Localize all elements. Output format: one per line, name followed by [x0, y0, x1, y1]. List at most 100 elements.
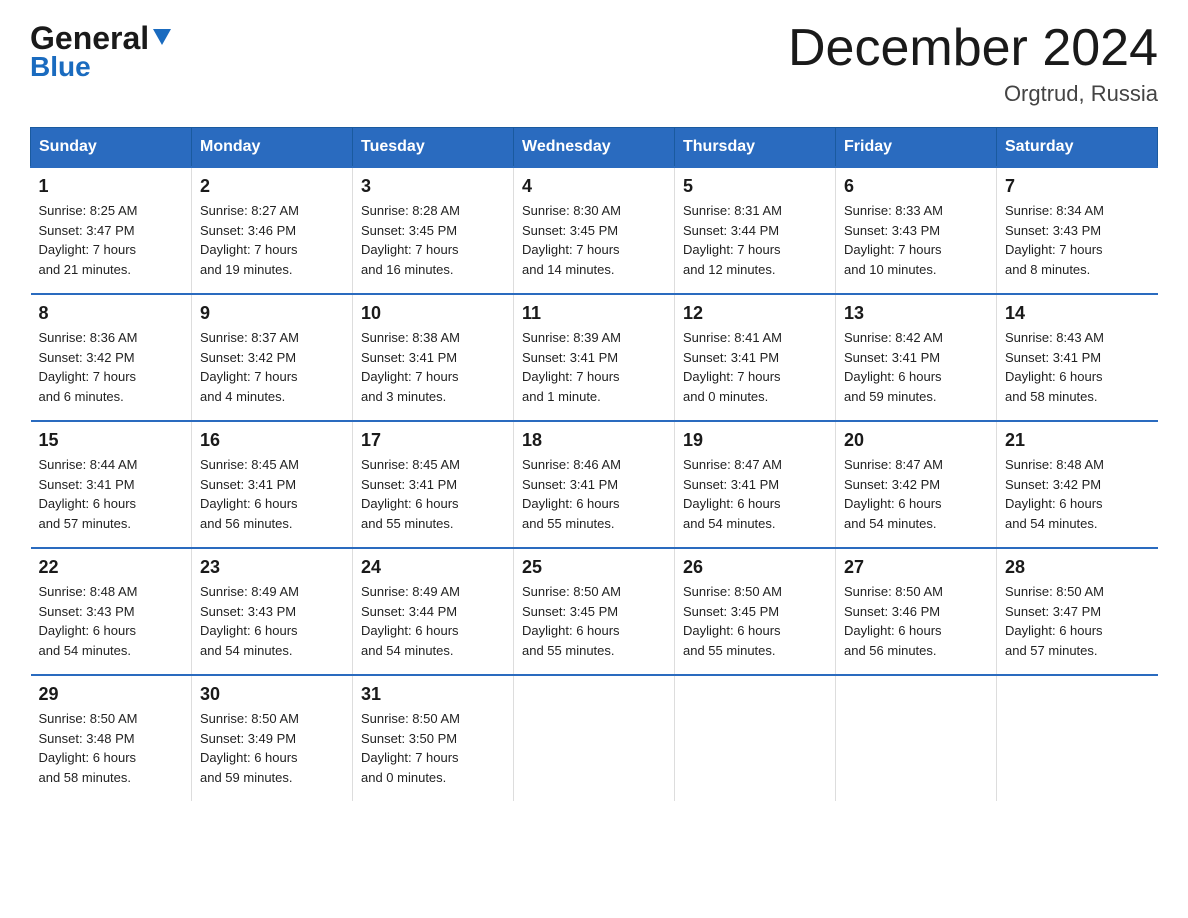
day-number: 19: [683, 430, 827, 451]
logo-blue: Blue: [30, 51, 91, 82]
calendar-cell: 7 Sunrise: 8:34 AMSunset: 3:43 PMDayligh…: [997, 167, 1158, 294]
day-info: Sunrise: 8:36 AMSunset: 3:42 PMDaylight:…: [39, 330, 138, 404]
day-number: 2: [200, 176, 344, 197]
header-thursday: Thursday: [675, 128, 836, 168]
day-info: Sunrise: 8:27 AMSunset: 3:46 PMDaylight:…: [200, 203, 299, 277]
calendar-cell: 6 Sunrise: 8:33 AMSunset: 3:43 PMDayligh…: [836, 167, 997, 294]
calendar-cell: 29 Sunrise: 8:50 AMSunset: 3:48 PMDaylig…: [31, 675, 192, 801]
header-wednesday: Wednesday: [514, 128, 675, 168]
calendar-cell: 3 Sunrise: 8:28 AMSunset: 3:45 PMDayligh…: [353, 167, 514, 294]
calendar-week-row: 29 Sunrise: 8:50 AMSunset: 3:48 PMDaylig…: [31, 675, 1158, 801]
calendar-cell: 13 Sunrise: 8:42 AMSunset: 3:41 PMDaylig…: [836, 294, 997, 421]
calendar-cell: 24 Sunrise: 8:49 AMSunset: 3:44 PMDaylig…: [353, 548, 514, 675]
day-info: Sunrise: 8:50 AMSunset: 3:47 PMDaylight:…: [1005, 584, 1104, 658]
day-info: Sunrise: 8:45 AMSunset: 3:41 PMDaylight:…: [200, 457, 299, 531]
calendar-header-row: Sunday Monday Tuesday Wednesday Thursday…: [31, 128, 1158, 168]
day-info: Sunrise: 8:50 AMSunset: 3:50 PMDaylight:…: [361, 711, 460, 785]
day-number: 30: [200, 684, 344, 705]
day-info: Sunrise: 8:31 AMSunset: 3:44 PMDaylight:…: [683, 203, 782, 277]
location-text: Orgtrud, Russia: [788, 81, 1158, 107]
calendar-cell: 9 Sunrise: 8:37 AMSunset: 3:42 PMDayligh…: [192, 294, 353, 421]
day-number: 9: [200, 303, 344, 324]
day-number: 14: [1005, 303, 1150, 324]
day-number: 29: [39, 684, 184, 705]
day-number: 27: [844, 557, 988, 578]
day-info: Sunrise: 8:34 AMSunset: 3:43 PMDaylight:…: [1005, 203, 1104, 277]
day-info: Sunrise: 8:41 AMSunset: 3:41 PMDaylight:…: [683, 330, 782, 404]
day-info: Sunrise: 8:44 AMSunset: 3:41 PMDaylight:…: [39, 457, 138, 531]
day-number: 26: [683, 557, 827, 578]
day-number: 24: [361, 557, 505, 578]
calendar-cell: 10 Sunrise: 8:38 AMSunset: 3:41 PMDaylig…: [353, 294, 514, 421]
calendar-cell: [997, 675, 1158, 801]
calendar-cell: 19 Sunrise: 8:47 AMSunset: 3:41 PMDaylig…: [675, 421, 836, 548]
day-number: 31: [361, 684, 505, 705]
day-info: Sunrise: 8:50 AMSunset: 3:49 PMDaylight:…: [200, 711, 299, 785]
day-info: Sunrise: 8:49 AMSunset: 3:43 PMDaylight:…: [200, 584, 299, 658]
calendar-cell: 27 Sunrise: 8:50 AMSunset: 3:46 PMDaylig…: [836, 548, 997, 675]
day-info: Sunrise: 8:48 AMSunset: 3:42 PMDaylight:…: [1005, 457, 1104, 531]
day-info: Sunrise: 8:42 AMSunset: 3:41 PMDaylight:…: [844, 330, 943, 404]
day-number: 16: [200, 430, 344, 451]
day-number: 17: [361, 430, 505, 451]
calendar-cell: 1 Sunrise: 8:25 AMSunset: 3:47 PMDayligh…: [31, 167, 192, 294]
calendar-cell: 2 Sunrise: 8:27 AMSunset: 3:46 PMDayligh…: [192, 167, 353, 294]
calendar-cell: 25 Sunrise: 8:50 AMSunset: 3:45 PMDaylig…: [514, 548, 675, 675]
day-info: Sunrise: 8:50 AMSunset: 3:48 PMDaylight:…: [39, 711, 138, 785]
day-info: Sunrise: 8:33 AMSunset: 3:43 PMDaylight:…: [844, 203, 943, 277]
day-number: 15: [39, 430, 184, 451]
day-number: 28: [1005, 557, 1150, 578]
calendar-cell: 22 Sunrise: 8:48 AMSunset: 3:43 PMDaylig…: [31, 548, 192, 675]
calendar-table: Sunday Monday Tuesday Wednesday Thursday…: [30, 127, 1158, 801]
page-header: General Blue December 2024 Orgtrud, Russ…: [30, 20, 1158, 107]
day-number: 8: [39, 303, 184, 324]
day-info: Sunrise: 8:39 AMSunset: 3:41 PMDaylight:…: [522, 330, 621, 404]
logo-triangle-icon: [151, 25, 173, 47]
day-info: Sunrise: 8:49 AMSunset: 3:44 PMDaylight:…: [361, 584, 460, 658]
header-sunday: Sunday: [31, 128, 192, 168]
month-title: December 2024: [788, 20, 1158, 77]
day-number: 7: [1005, 176, 1150, 197]
calendar-week-row: 1 Sunrise: 8:25 AMSunset: 3:47 PMDayligh…: [31, 167, 1158, 294]
calendar-week-row: 8 Sunrise: 8:36 AMSunset: 3:42 PMDayligh…: [31, 294, 1158, 421]
logo: General Blue: [30, 20, 173, 83]
day-info: Sunrise: 8:47 AMSunset: 3:42 PMDaylight:…: [844, 457, 943, 531]
calendar-cell: [836, 675, 997, 801]
day-number: 18: [522, 430, 666, 451]
calendar-cell: 28 Sunrise: 8:50 AMSunset: 3:47 PMDaylig…: [997, 548, 1158, 675]
title-area: December 2024 Orgtrud, Russia: [788, 20, 1158, 107]
day-info: Sunrise: 8:28 AMSunset: 3:45 PMDaylight:…: [361, 203, 460, 277]
day-number: 22: [39, 557, 184, 578]
day-number: 12: [683, 303, 827, 324]
day-number: 21: [1005, 430, 1150, 451]
day-info: Sunrise: 8:30 AMSunset: 3:45 PMDaylight:…: [522, 203, 621, 277]
day-number: 25: [522, 557, 666, 578]
day-number: 5: [683, 176, 827, 197]
header-friday: Friday: [836, 128, 997, 168]
day-info: Sunrise: 8:45 AMSunset: 3:41 PMDaylight:…: [361, 457, 460, 531]
header-tuesday: Tuesday: [353, 128, 514, 168]
calendar-cell: 31 Sunrise: 8:50 AMSunset: 3:50 PMDaylig…: [353, 675, 514, 801]
calendar-cell: 23 Sunrise: 8:49 AMSunset: 3:43 PMDaylig…: [192, 548, 353, 675]
calendar-cell: 16 Sunrise: 8:45 AMSunset: 3:41 PMDaylig…: [192, 421, 353, 548]
calendar-cell: 17 Sunrise: 8:45 AMSunset: 3:41 PMDaylig…: [353, 421, 514, 548]
day-number: 13: [844, 303, 988, 324]
calendar-cell: 21 Sunrise: 8:48 AMSunset: 3:42 PMDaylig…: [997, 421, 1158, 548]
day-number: 1: [39, 176, 184, 197]
calendar-week-row: 22 Sunrise: 8:48 AMSunset: 3:43 PMDaylig…: [31, 548, 1158, 675]
day-number: 6: [844, 176, 988, 197]
day-info: Sunrise: 8:37 AMSunset: 3:42 PMDaylight:…: [200, 330, 299, 404]
day-info: Sunrise: 8:46 AMSunset: 3:41 PMDaylight:…: [522, 457, 621, 531]
day-info: Sunrise: 8:50 AMSunset: 3:45 PMDaylight:…: [683, 584, 782, 658]
calendar-cell: 8 Sunrise: 8:36 AMSunset: 3:42 PMDayligh…: [31, 294, 192, 421]
day-info: Sunrise: 8:50 AMSunset: 3:46 PMDaylight:…: [844, 584, 943, 658]
calendar-cell: 15 Sunrise: 8:44 AMSunset: 3:41 PMDaylig…: [31, 421, 192, 548]
calendar-week-row: 15 Sunrise: 8:44 AMSunset: 3:41 PMDaylig…: [31, 421, 1158, 548]
calendar-cell: 20 Sunrise: 8:47 AMSunset: 3:42 PMDaylig…: [836, 421, 997, 548]
header-monday: Monday: [192, 128, 353, 168]
calendar-cell: 4 Sunrise: 8:30 AMSunset: 3:45 PMDayligh…: [514, 167, 675, 294]
day-number: 4: [522, 176, 666, 197]
day-info: Sunrise: 8:47 AMSunset: 3:41 PMDaylight:…: [683, 457, 782, 531]
day-number: 3: [361, 176, 505, 197]
calendar-cell: [514, 675, 675, 801]
